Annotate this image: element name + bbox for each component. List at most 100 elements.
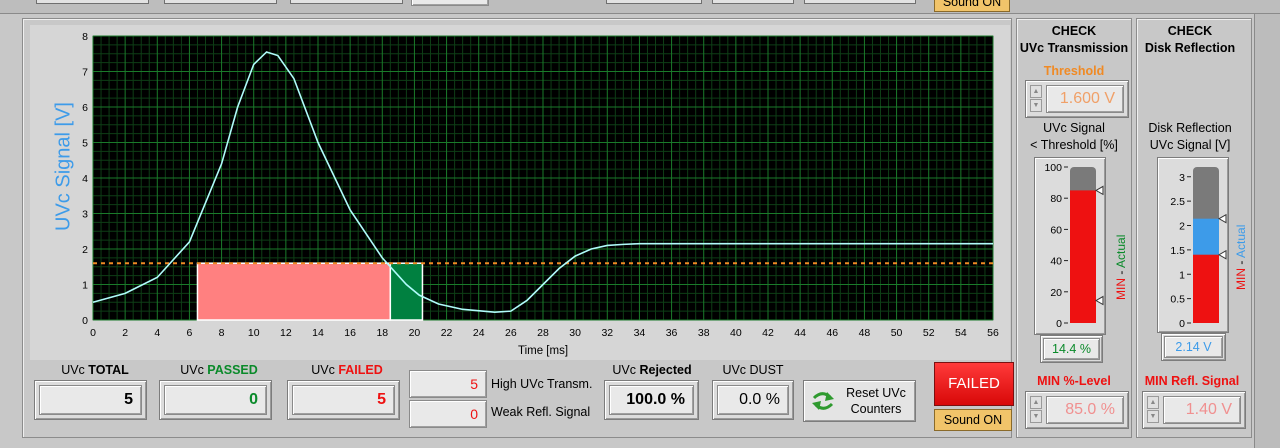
passed-box: 0 bbox=[159, 380, 272, 420]
high-transm-value: 5 bbox=[409, 370, 487, 398]
passed-label-prefix: UVc bbox=[180, 363, 208, 377]
chart-ylabel: UVc Signal [V] bbox=[52, 102, 75, 231]
transmission-min-control[interactable]: ▲ ▼ 85.0 % bbox=[1025, 391, 1129, 429]
x-tick-label: 36 bbox=[666, 327, 678, 339]
x-tick-label: 14 bbox=[312, 327, 324, 339]
gauge-tick-label: 2 bbox=[1179, 221, 1185, 233]
gauge-actual-slider-icon bbox=[1217, 213, 1227, 224]
y-tick-label: 7 bbox=[82, 67, 88, 79]
x-tick-label: 38 bbox=[698, 327, 710, 339]
transmission-gauge-label-1: UVc Signal bbox=[1043, 121, 1105, 135]
rejected-value: 100.0 % bbox=[609, 385, 694, 415]
failed-label: UVc FAILED bbox=[288, 363, 406, 377]
x-tick-label: 0 bbox=[90, 327, 96, 339]
top-sound-on-button[interactable]: Sound ON bbox=[934, 0, 1010, 12]
top-button-3[interactable] bbox=[290, 0, 403, 4]
x-tick-label: 42 bbox=[762, 327, 774, 339]
passed-label-strong: PASSED bbox=[207, 363, 258, 377]
transmission-min-up-icon[interactable]: ▲ bbox=[1030, 396, 1042, 409]
y-tick-label: 4 bbox=[82, 173, 88, 185]
reset-arrow-icon bbox=[812, 392, 834, 410]
x-axis-ticks: 0 2 4 6 8 10 12 14 16 18 20 22 24 26 28 30 32 34 36 38 40 42 4… bbox=[90, 327, 999, 339]
top-button-6[interactable] bbox=[804, 0, 916, 4]
transmission-actual-box: 14.4 % bbox=[1040, 335, 1103, 363]
total-label: UVc TOTAL bbox=[36, 363, 154, 377]
transmission-actual-value: 14.4 % bbox=[1043, 338, 1100, 360]
transmission-min-stepper[interactable]: ▲ ▼ bbox=[1030, 396, 1042, 424]
x-tick-label: 26 bbox=[505, 327, 517, 339]
reflection-min-down-icon[interactable]: ▼ bbox=[1147, 410, 1159, 423]
x-tick-label: 16 bbox=[344, 327, 356, 339]
passed-label: UVc PASSED bbox=[160, 363, 278, 377]
reflection-gauge-label-1: Disk Reflection bbox=[1148, 121, 1232, 135]
threshold-up-icon[interactable]: ▲ bbox=[1030, 85, 1042, 98]
x-tick-label: 30 bbox=[569, 327, 581, 339]
reflection-side-sep: - bbox=[1234, 257, 1248, 268]
result-bands bbox=[196, 262, 424, 321]
x-tick-label: 28 bbox=[537, 327, 549, 339]
x-tick-label: 24 bbox=[473, 327, 485, 339]
reflection-side-min: MIN bbox=[1234, 268, 1248, 290]
x-tick-label: 52 bbox=[923, 327, 935, 339]
reflection-actual-box: 2.14 V bbox=[1161, 333, 1226, 361]
y-tick-label: 0 bbox=[82, 315, 88, 327]
reflection-title-2: Disk Reflection bbox=[1144, 41, 1236, 55]
threshold-stepper[interactable]: ▲ ▼ bbox=[1030, 85, 1042, 113]
top-strip: Sound ON bbox=[0, 0, 1280, 14]
reflection-min-value[interactable]: 1.40 V bbox=[1163, 396, 1241, 424]
failed-label-strong: FAILED bbox=[338, 363, 383, 377]
reflection-min-control[interactable]: ▲ ▼ 1.40 V bbox=[1142, 391, 1246, 429]
x-tick-label: 44 bbox=[794, 327, 806, 339]
top-field-1 bbox=[411, 0, 489, 6]
rejected-box: 100.0 % bbox=[604, 380, 699, 420]
gauge-tick-label: 0.5 bbox=[1170, 294, 1185, 306]
reset-button-line2: Counters bbox=[850, 402, 902, 416]
gauge-min-slider-icon bbox=[1217, 249, 1227, 260]
status-indicator: FAILED bbox=[934, 362, 1014, 406]
gauge-tick-label: 80 bbox=[1050, 193, 1062, 205]
x-tick-label: 18 bbox=[376, 327, 388, 339]
y-tick-label: 3 bbox=[82, 209, 88, 221]
sound-on-button[interactable]: Sound ON bbox=[934, 409, 1012, 431]
gauge-tick-label: 1 bbox=[1179, 269, 1185, 281]
gauge-fill bbox=[1070, 190, 1096, 323]
x-tick-label: 40 bbox=[730, 327, 742, 339]
x-tick-label: 12 bbox=[280, 327, 292, 339]
rejected-label-strong: Rejected bbox=[639, 363, 692, 377]
reset-button-line1: Reset UVc bbox=[846, 386, 906, 400]
threshold-value[interactable]: 1.600 V bbox=[1046, 85, 1124, 113]
dust-box: 0.0 % bbox=[712, 380, 794, 420]
transmission-side-actual: Actual bbox=[1114, 234, 1128, 268]
reset-counters-button[interactable]: Reset UVc Counters bbox=[803, 380, 916, 422]
chart-svg: 0 2 4 6 8 10 12 14 16 18 20 22 24 26 28 30 32 34 36 38 40 42 4… bbox=[82, 31, 999, 339]
x-tick-label: 48 bbox=[859, 327, 871, 339]
reflection-title-1: CHECK bbox=[1167, 24, 1213, 38]
rejected-label-prefix: UVc bbox=[612, 363, 640, 377]
gauge-actual-slider-icon bbox=[1094, 185, 1104, 196]
high-transm-label: High UVc Transm. bbox=[491, 377, 593, 391]
x-tick-label: 22 bbox=[441, 327, 453, 339]
x-tick-label: 32 bbox=[601, 327, 613, 339]
top-button-1[interactable] bbox=[36, 0, 149, 4]
x-tick-label: 4 bbox=[154, 327, 160, 339]
total-value: 5 bbox=[39, 385, 142, 415]
top-button-2[interactable] bbox=[164, 0, 277, 4]
transmission-gauge-svg: 100 80 60 40 20 0 bbox=[1044, 162, 1104, 330]
reflection-min-stepper[interactable]: ▲ ▼ bbox=[1147, 396, 1159, 424]
gauge-tick-label: 40 bbox=[1050, 256, 1062, 268]
gauge-tick-label: 0 bbox=[1056, 318, 1062, 330]
top-button-5[interactable] bbox=[712, 0, 794, 4]
dust-label: UVc DUST bbox=[722, 363, 784, 377]
y-tick-label: 8 bbox=[82, 31, 88, 43]
reflection-min-up-icon[interactable]: ▲ bbox=[1147, 396, 1159, 409]
gauge-tick-label: 20 bbox=[1050, 287, 1062, 299]
failed-label-prefix: UVc bbox=[311, 363, 339, 377]
threshold-label: Threshold bbox=[1043, 64, 1105, 78]
transmission-min-down-icon[interactable]: ▼ bbox=[1030, 410, 1042, 423]
x-tick-label: 50 bbox=[891, 327, 903, 339]
threshold-control[interactable]: ▲ ▼ 1.600 V bbox=[1025, 80, 1129, 118]
x-tick-label: 54 bbox=[955, 327, 967, 339]
top-button-4[interactable] bbox=[606, 0, 702, 4]
threshold-down-icon[interactable]: ▼ bbox=[1030, 99, 1042, 112]
transmission-min-value[interactable]: 85.0 % bbox=[1046, 396, 1124, 424]
